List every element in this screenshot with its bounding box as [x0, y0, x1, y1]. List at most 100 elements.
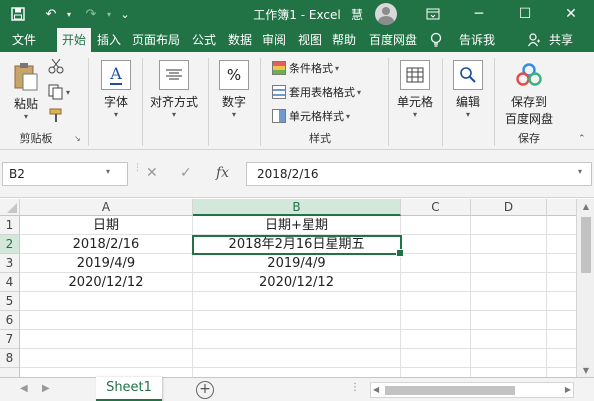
column-header-d[interactable]: D	[471, 199, 547, 216]
column-header-a[interactable]: A	[20, 199, 193, 216]
cell-c4[interactable]	[401, 273, 471, 292]
cell-a2[interactable]: 2018/2/16	[20, 235, 193, 254]
cell-d9[interactable]	[471, 368, 547, 377]
cell-b5[interactable]	[193, 292, 401, 311]
row-header-8[interactable]: 8	[0, 349, 20, 368]
row-header-6[interactable]: 6	[0, 311, 20, 330]
expand-formula-bar-icon[interactable]: ▾	[578, 167, 582, 176]
conditional-formatting-button[interactable]: 条件格式 ▾	[272, 60, 339, 76]
cell-b3[interactable]: 2019/4/9	[193, 254, 401, 273]
tab-review[interactable]: 审阅	[258, 28, 290, 52]
copy-icon[interactable]: ▾	[48, 84, 70, 100]
minimize-button[interactable]: ─	[456, 0, 502, 28]
cell-c5[interactable]	[401, 292, 471, 311]
tab-page-layout[interactable]: 页面布局	[128, 28, 184, 52]
cell-a4[interactable]: 2020/12/12	[20, 273, 193, 292]
cell-a1[interactable]: 日期	[20, 216, 193, 235]
add-sheet-button[interactable]: +	[196, 381, 214, 399]
formula-bar-grip-icon[interactable]: ⋮	[133, 163, 142, 173]
tab-insert[interactable]: 插入	[93, 28, 125, 52]
scroll-up-icon[interactable]: ▲	[577, 202, 594, 211]
insert-function-icon[interactable]: fx	[216, 165, 229, 181]
cell-c7[interactable]	[401, 330, 471, 349]
maximize-button[interactable]: ☐	[502, 0, 548, 28]
tab-data[interactable]: 数据	[224, 28, 256, 52]
scroll-down-icon[interactable]: ▼	[577, 366, 594, 375]
clipboard-launcher-icon[interactable]: ↘	[74, 134, 81, 143]
cell-c9[interactable]	[401, 368, 471, 377]
cell-a3[interactable]: 2019/4/9	[20, 254, 193, 273]
cancel-icon[interactable]: ✕	[146, 165, 158, 181]
name-box-dropdown-icon[interactable]: ▾	[106, 167, 110, 176]
tell-me-search[interactable]: 告诉我	[452, 28, 502, 52]
cell-c8[interactable]	[401, 349, 471, 368]
cell-b1[interactable]: 日期+星期	[193, 216, 401, 235]
scroll-sheets-right-icon[interactable]: ▶	[42, 383, 50, 394]
scroll-sheets-left-icon[interactable]: ◀	[20, 383, 28, 394]
cell-b7[interactable]	[193, 330, 401, 349]
tab-formulas[interactable]: 公式	[188, 28, 220, 52]
cell-b4[interactable]: 2020/12/12	[193, 273, 401, 292]
row-header-5[interactable]: 5	[0, 292, 20, 311]
cell-styles-button[interactable]: 单元格样式 ▾	[272, 108, 350, 124]
cell-d4[interactable]	[471, 273, 547, 292]
cell-a8[interactable]	[20, 349, 193, 368]
cell-b6[interactable]	[193, 311, 401, 330]
horizontal-scrollbar[interactable]: ◀ ▶	[370, 382, 574, 398]
cell-c1[interactable]	[401, 216, 471, 235]
row-header-7[interactable]: 7	[0, 330, 20, 349]
cell-d5[interactable]	[471, 292, 547, 311]
cell-c6[interactable]	[401, 311, 471, 330]
cut-icon[interactable]	[48, 58, 64, 74]
close-button[interactable]: ✕	[548, 0, 594, 28]
cell-a9[interactable]	[20, 368, 193, 377]
cell-d2[interactable]	[471, 235, 547, 254]
alignment-button[interactable]: 对齐方式 ▾	[146, 60, 202, 119]
worksheet-grid[interactable]: A B C D 1 2 3 4 5 6 7 8 日期 日期+星期 2018/2/16…	[0, 199, 594, 377]
share-person-icon[interactable]	[526, 28, 542, 52]
ribbon-display-options-icon[interactable]	[410, 0, 456, 28]
collapse-ribbon-icon[interactable]: ⌃	[578, 134, 586, 144]
row-header-2[interactable]: 2	[0, 235, 20, 254]
cell-a5[interactable]	[20, 292, 193, 311]
avatar[interactable]	[375, 3, 397, 25]
scroll-right-icon[interactable]: ▶	[565, 385, 571, 394]
share-button[interactable]: 共享	[544, 28, 578, 52]
vertical-scrollbar[interactable]: ▲ ▼	[576, 199, 594, 377]
font-button[interactable]: A 字体 ▾	[96, 60, 136, 119]
tab-file[interactable]: 文件	[4, 28, 44, 52]
cell-d6[interactable]	[471, 311, 547, 330]
save-to-baidu-button[interactable]: 保存到 百度网盘	[500, 60, 558, 127]
cell-b9[interactable]	[193, 368, 401, 377]
vertical-scroll-thumb[interactable]	[581, 217, 591, 273]
cell-c3[interactable]	[401, 254, 471, 273]
select-all-corner[interactable]	[0, 199, 20, 216]
row-header-3[interactable]: 3	[0, 254, 20, 273]
cell-d7[interactable]	[471, 330, 547, 349]
cells-button[interactable]: 单元格 ▾	[394, 60, 436, 119]
paste-button[interactable]: 粘贴 ▾	[6, 62, 46, 121]
cell-a6[interactable]	[20, 311, 193, 330]
cell-a7[interactable]	[20, 330, 193, 349]
enter-icon[interactable]: ✓	[180, 165, 192, 181]
format-as-table-button[interactable]: 套用表格格式 ▾	[272, 84, 361, 100]
row-header-1[interactable]: 1	[0, 216, 20, 235]
cell-d1[interactable]	[471, 216, 547, 235]
formula-input[interactable]: 2018/2/16	[246, 162, 592, 186]
user-name[interactable]: 慧	[351, 6, 363, 23]
horizontal-scroll-thumb[interactable]	[385, 386, 515, 395]
scroll-left-icon[interactable]: ◀	[373, 385, 379, 394]
row-header-4[interactable]: 4	[0, 273, 20, 292]
format-painter-icon[interactable]	[48, 108, 64, 124]
cell-c2[interactable]	[401, 235, 471, 254]
active-cell-selection[interactable]	[192, 235, 404, 257]
cell-d8[interactable]	[471, 349, 547, 368]
cell-b8[interactable]	[193, 349, 401, 368]
tab-splitter-icon[interactable]: ⋮	[350, 382, 360, 393]
tab-home[interactable]: 开始	[57, 28, 91, 52]
sheet-tab-sheet1[interactable]: Sheet1	[96, 377, 162, 401]
tab-view[interactable]: 视图	[294, 28, 326, 52]
number-format-button[interactable]: % 数字 ▾	[214, 60, 254, 119]
column-header-b[interactable]: B	[193, 199, 401, 216]
column-header-c[interactable]: C	[401, 199, 471, 216]
